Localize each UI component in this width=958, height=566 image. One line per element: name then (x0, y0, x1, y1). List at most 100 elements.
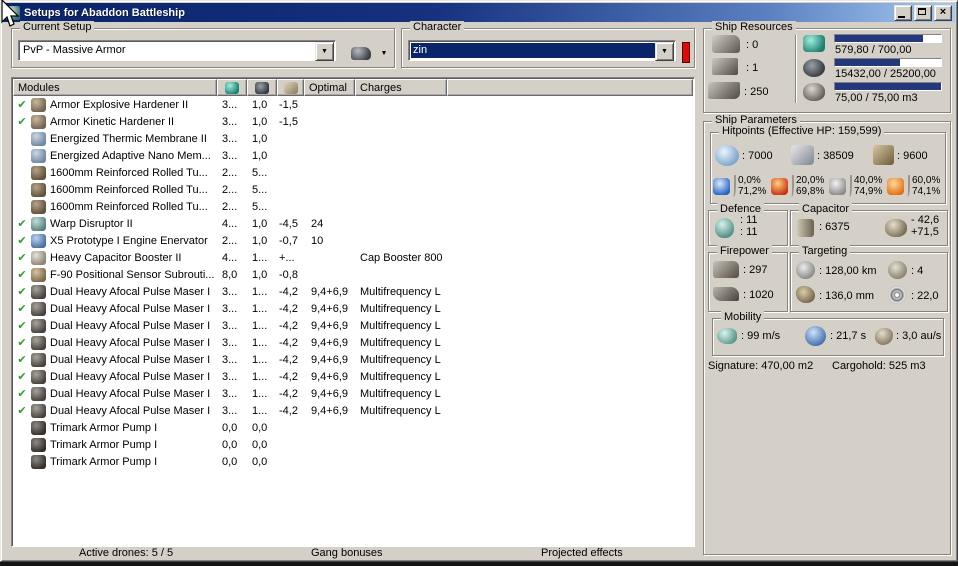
chevron-down-icon: ▼ (321, 48, 328, 55)
module-active-check-icon[interactable]: ✔ (13, 353, 31, 366)
module-row[interactable]: ✔ Dual Heavy Afocal Pulse Maser I 3... 1...… (13, 385, 693, 402)
module-active-check-icon[interactable]: ✔ (13, 285, 31, 298)
module-active-check-icon[interactable]: ✔ (13, 251, 31, 264)
character-combobox[interactable]: zin ▼ (408, 40, 676, 61)
module-row[interactable]: 1600mm Reinforced Rolled Tu... 2... 5... (13, 198, 693, 215)
module-row[interactable]: 1600mm Reinforced Rolled Tu... 2... 5... (13, 181, 693, 198)
cap-booster-icon (31, 250, 46, 265)
module-powergrid-value: 1... (252, 370, 268, 383)
module-active-check-icon[interactable]: ✔ (13, 370, 31, 383)
sensor-booster-icon (31, 267, 46, 282)
module-charge-value: Multifrequency L (360, 370, 441, 383)
module-powergrid-value: 1... (252, 251, 268, 264)
current-setup-value: PvP - Massive Armor (23, 44, 126, 56)
module-powergrid-value: 1,0 (252, 149, 268, 162)
module-active-check-icon[interactable]: ✔ (13, 217, 31, 230)
module-row[interactable]: Energized Adaptive Nano Mem... 3... 1,0 (13, 147, 693, 164)
module-browser-button[interactable] (346, 42, 376, 64)
current-setup-dropdown-button[interactable]: ▼ (315, 42, 334, 61)
module-name: Trimark Armor Pump I (50, 438, 158, 451)
maximize-icon (918, 7, 926, 15)
module-row[interactable]: 1600mm Reinforced Rolled Tu... 2... 5... (13, 164, 693, 181)
module-optimal-value: 9,4+6,9 (311, 285, 349, 298)
module-active-check-icon[interactable]: ✔ (13, 234, 31, 247)
module-active-check-icon[interactable]: ✔ (13, 319, 31, 332)
close-button[interactable]: × (934, 4, 952, 21)
module-row[interactable]: ✔ Dual Heavy Afocal Pulse Maser I 3... 1...… (13, 368, 693, 385)
column-header-powergrid[interactable] (247, 79, 277, 96)
section-gang-bonuses[interactable]: Gang bonuses (311, 547, 383, 559)
module-cpu-value: 0,0 (222, 455, 238, 468)
module-name: X5 Prototype I Engine Enervator (50, 234, 208, 247)
module-active-check-icon[interactable]: ✔ (13, 98, 31, 111)
capacitor-drain-value: - 42,6 (911, 214, 940, 226)
module-charge-value: Multifrequency L (360, 353, 441, 366)
module-row[interactable]: ✔ Dual Heavy Afocal Pulse Maser I 3... 1...… (13, 283, 693, 300)
module-row[interactable]: ✔ Dual Heavy Afocal Pulse Maser I 3... 1...… (13, 317, 693, 334)
launcher-hardpoint-icon (712, 58, 738, 75)
module-powergrid-value: 1,0 (252, 234, 268, 247)
module-row[interactable]: ✔ Armor Kinetic Hardener II 3... 1,0 -1,5 (13, 113, 693, 130)
module-row[interactable]: Trimark Armor Pump I 0,0 0,0 (13, 436, 693, 453)
module-powergrid-value: 5... (252, 200, 268, 213)
column-header-cpu[interactable] (217, 79, 247, 96)
ship-resources-label: Ship Resources (712, 21, 796, 34)
module-icon-cell (31, 369, 50, 384)
title-bar[interactable]: Setups for Abaddon Battleship × (3, 3, 955, 22)
module-name: Energized Adaptive Nano Mem... (50, 149, 211, 162)
module-active-check-icon[interactable]: ✔ (13, 336, 31, 349)
module-icon-cell (31, 97, 50, 112)
launcher-slots-value: : 1 (746, 62, 759, 74)
targeting-label: Targeting (799, 245, 851, 258)
module-name: Dual Heavy Afocal Pulse Maser I (50, 285, 211, 298)
resist-values: 40,0% 74,9% (854, 175, 882, 197)
pulse-laser-icon (31, 352, 46, 367)
module-name: Dual Heavy Afocal Pulse Maser I (50, 370, 211, 383)
module-row[interactable]: Energized Thermic Membrane II 3... 1,0 (13, 130, 693, 147)
maximize-button[interactable] (914, 4, 932, 21)
section-active-drones[interactable]: Active drones: 5 / 5 (79, 547, 173, 559)
minimize-button[interactable] (894, 4, 912, 21)
character-dropdown-button[interactable]: ▼ (655, 42, 674, 61)
module-row[interactable]: Trimark Armor Pump I 0,0 0,0 (13, 453, 693, 470)
module-row[interactable]: ✔ Dual Heavy Afocal Pulse Maser I 3... 1...… (13, 334, 693, 351)
cpu-icon (803, 35, 825, 52)
current-setup-label: Current Setup (20, 21, 95, 34)
column-header-capacitor[interactable] (277, 79, 304, 96)
pulse-laser-icon (31, 369, 46, 384)
column-header-modules[interactable]: Modules (13, 79, 217, 96)
module-row[interactable]: ✔ Dual Heavy Afocal Pulse Maser I 3... 1...… (13, 351, 693, 368)
module-optimal-value: 9,4+6,9 (311, 370, 349, 383)
module-active-check-icon[interactable]: ✔ (13, 115, 31, 128)
module-powergrid-value: 1,0 (252, 98, 268, 111)
module-active-check-icon[interactable]: ✔ (13, 387, 31, 400)
section-projected-effects[interactable]: Projected effects (541, 547, 623, 559)
module-row[interactable]: ✔ Heavy Capacitor Booster II 4... 1... +... C… (13, 249, 693, 266)
divider (731, 175, 736, 197)
module-row[interactable]: ✔ Warp Disruptor II 4... 1,0 -4,5 24 (13, 215, 693, 232)
module-row[interactable]: ✔ Armor Explosive Hardener II 3... 1,0 -1,5 (13, 96, 693, 113)
module-browser-dropdown-button[interactable]: ▼ (378, 48, 390, 60)
module-row[interactable]: ✔ Dual Heavy Afocal Pulse Maser I 3... 1...… (13, 300, 693, 317)
module-powergrid-value: 1... (252, 336, 268, 349)
warp-speed-value: : 3,0 au/s (896, 330, 942, 342)
module-name: Heavy Capacitor Booster II (50, 251, 182, 264)
module-name: Warp Disruptor II (50, 217, 133, 230)
module-active-check-icon[interactable]: ✔ (13, 268, 31, 281)
module-charge-value: Cap Booster 800 (360, 251, 443, 264)
module-active-check-icon[interactable]: ✔ (13, 302, 31, 315)
module-row[interactable]: ✔ F-90 Positional Sensor Subrouti... 8,0 1,… (13, 266, 693, 283)
module-capacitor-value: -0,8 (279, 268, 298, 281)
module-row[interactable]: ✔ Dual Heavy Afocal Pulse Maser I 3... 1...… (13, 402, 693, 419)
module-capacitor-value: -1,5 (279, 98, 298, 111)
module-cpu-value: 2... (222, 183, 238, 196)
module-icon-cell (31, 420, 50, 435)
column-header-optimal[interactable]: Optimal (304, 79, 355, 96)
dronebay-icon (803, 83, 825, 101)
module-row[interactable]: ✔ X5 Prototype I Engine Enervator 2... 1,0-… (13, 232, 693, 249)
module-active-check-icon[interactable]: ✔ (13, 404, 31, 417)
module-row[interactable]: Trimark Armor Pump I 0,0 0,0 (13, 419, 693, 436)
current-setup-combobox[interactable]: PvP - Massive Armor ▼ (18, 40, 336, 61)
column-header-charges[interactable]: Charges (355, 79, 447, 96)
module-capacitor-value: -0,7 (279, 234, 298, 247)
